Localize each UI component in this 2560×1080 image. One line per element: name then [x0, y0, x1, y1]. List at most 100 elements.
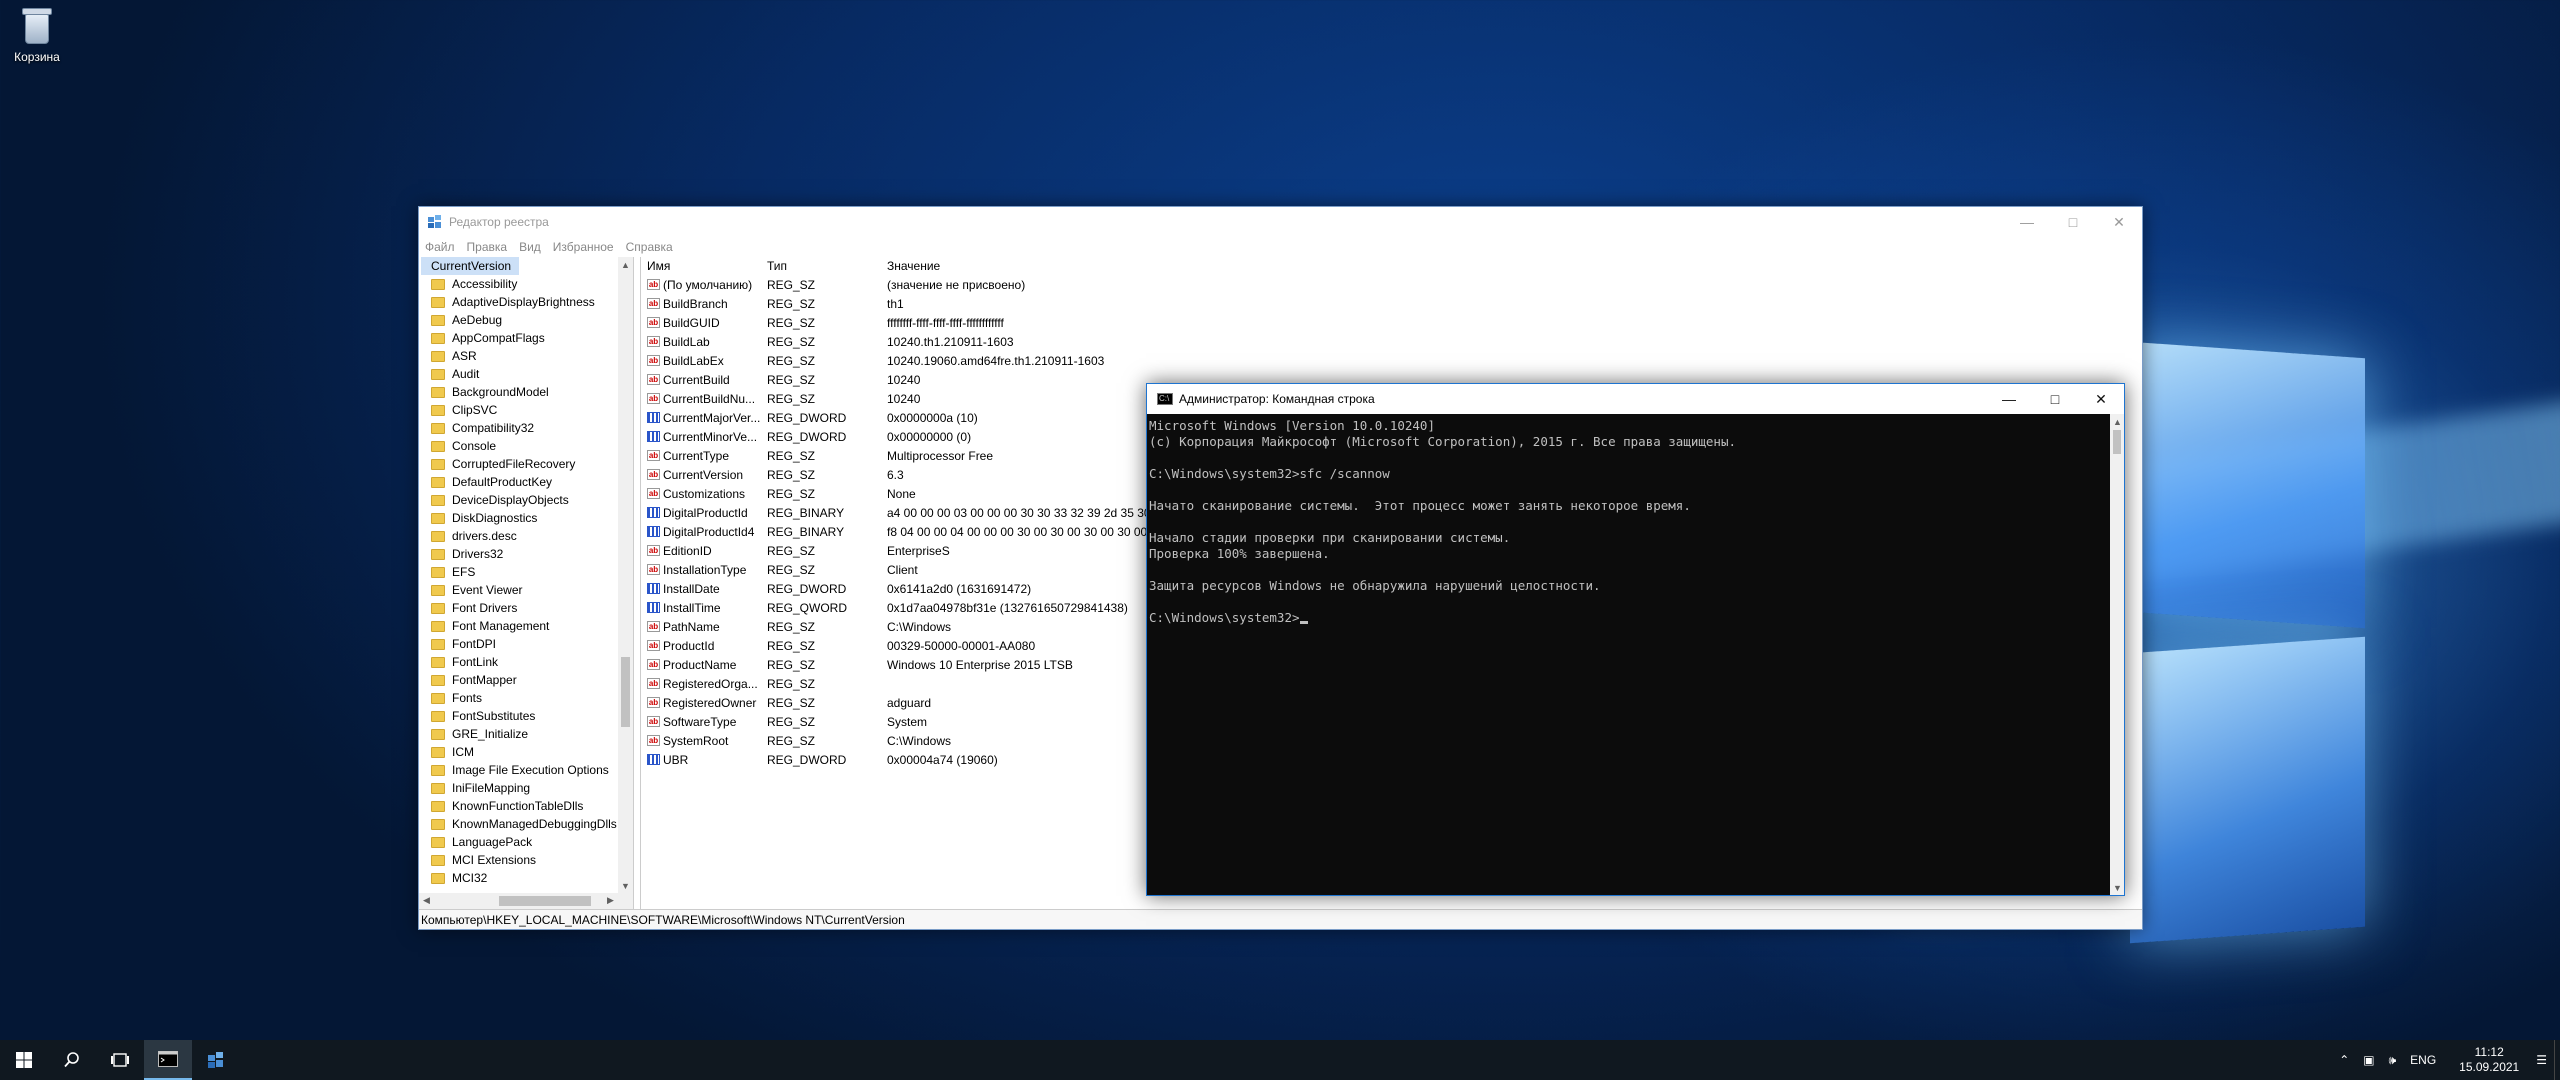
notifications-icon[interactable]: ☰ — [2536, 1053, 2547, 1067]
tree-item[interactable]: DeviceDisplayObjects — [419, 491, 619, 509]
tree-item[interactable]: CorruptedFileRecovery — [419, 455, 619, 473]
scroll-right-arrow-icon[interactable]: ▶ — [603, 893, 618, 908]
tree-horizontal-scrollbar[interactable]: ◀ ▶ — [419, 893, 633, 909]
tree-item[interactable]: Image File Execution Options — [419, 761, 619, 779]
clock-date: 15.09.2021 — [2459, 1060, 2520, 1074]
tree-item[interactable]: Fonts — [419, 689, 619, 707]
tree-item[interactable]: FontMapper — [419, 671, 619, 689]
tree-item[interactable]: Font Drivers — [419, 599, 619, 617]
tree-item[interactable]: Compatibility32 — [419, 419, 619, 437]
menu-view[interactable]: Вид — [519, 240, 541, 254]
cmd-scroll-down-icon[interactable]: ▼ — [2110, 880, 2125, 895]
tree-item[interactable]: AeDebug — [419, 311, 619, 329]
tree-hscroll-thumb[interactable] — [499, 896, 591, 906]
tree-item[interactable]: IniFileMapping — [419, 779, 619, 797]
tree-item-label: Compatibility32 — [452, 421, 535, 435]
tree-item[interactable]: FontLink — [419, 653, 619, 671]
taskbar-app-regedit[interactable] — [192, 1040, 240, 1080]
scroll-down-arrow-icon[interactable]: ▼ — [618, 878, 633, 893]
string-value-icon: ab — [647, 393, 660, 404]
registry-tree-pane[interactable]: CurrentVersion Accessibility AdaptiveDisp… — [419, 257, 634, 909]
registry-value-row[interactable]: ab BuildGUID REG_SZ ffffffff-ffff-ffff-ffff… — [641, 313, 2142, 332]
console-output[interactable]: Microsoft Windows [Version 10.0.10240] (c… — [1147, 414, 2110, 895]
console-line: Проверка 100% завершена. — [1149, 546, 2108, 562]
value-name: InstallationType — [663, 562, 747, 577]
string-value-icon: ab — [647, 545, 660, 556]
tree-item[interactable]: AppCompatFlags — [419, 329, 619, 347]
tree-item[interactable]: ICM — [419, 743, 619, 761]
menu-file[interactable]: Файл — [425, 240, 455, 254]
tree-item[interactable]: Event Viewer — [419, 581, 619, 599]
registry-value-row[interactable]: ab BuildLabEx REG_SZ 10240.19060.amd64fre.t… — [641, 351, 2142, 370]
string-value-icon: ab — [647, 450, 660, 461]
value-type: REG_SZ — [767, 638, 816, 653]
search-button[interactable] — [48, 1040, 96, 1080]
registry-value-row[interactable]: ab BuildBranch REG_SZ th1 — [641, 294, 2142, 313]
tree-item[interactable]: Font Management — [419, 617, 619, 635]
value-type: REG_SZ — [767, 372, 816, 387]
column-value[interactable]: Значение — [881, 259, 1161, 273]
desktop-icon-recycle-bin[interactable]: Корзина — [8, 6, 66, 64]
tree-item[interactable]: Console — [419, 437, 619, 455]
tree-item[interactable]: GRE_Initialize — [419, 725, 619, 743]
value-data: 0x00004a74 (19060) — [887, 752, 998, 767]
scroll-up-arrow-icon[interactable]: ▲ — [618, 257, 633, 272]
cmd-titlebar[interactable]: C:\ Администратор: Командная строка — □ … — [1147, 384, 2124, 414]
scroll-left-arrow-icon[interactable]: ◀ — [419, 893, 434, 908]
tree-item[interactable]: drivers.desc — [419, 527, 619, 545]
folder-icon — [431, 530, 445, 542]
clock[interactable]: 11:12 15.09.2021 — [2459, 1045, 2519, 1075]
tree-item[interactable]: KnownFunctionTableDlls — [419, 797, 619, 815]
tree-item[interactable]: EFS — [419, 563, 619, 581]
tree-item[interactable]: BackgroundModel — [419, 383, 619, 401]
tree-item[interactable]: AdaptiveDisplayBrightness — [419, 293, 619, 311]
tree-vertical-scrollbar[interactable]: ▲ ▼ — [618, 257, 633, 893]
tree-item[interactable]: Drivers32 — [419, 545, 619, 563]
cmd-scrollbar[interactable]: ▲ ▼ — [2110, 414, 2124, 895]
show-hidden-icons-chevron-icon[interactable]: ⌃ — [2339, 1053, 2349, 1067]
cmd-close-button[interactable]: ✕ — [2078, 384, 2124, 414]
value-name: BuildLabEx — [663, 353, 724, 368]
command-prompt-window[interactable]: C:\ Администратор: Командная строка — □ … — [1146, 383, 2125, 896]
cmd-scroll-up-icon[interactable]: ▲ — [2110, 414, 2125, 429]
taskbar-app-cmd[interactable] — [144, 1040, 192, 1080]
cmd-scroll-thumb[interactable] — [2113, 430, 2121, 454]
menu-favorites[interactable]: Избранное — [553, 240, 614, 254]
menu-help[interactable]: Справка — [626, 240, 673, 254]
tree-item[interactable]: MCI32 — [419, 869, 619, 887]
tree-item[interactable]: KnownManagedDebuggingDlls — [419, 815, 619, 833]
tree-item[interactable]: FontDPI — [419, 635, 619, 653]
close-button[interactable]: ✕ — [2096, 207, 2142, 237]
network-icon[interactable]: ▣ — [2363, 1053, 2374, 1067]
task-view-button[interactable] — [96, 1040, 144, 1080]
maximize-button[interactable]: □ — [2050, 207, 2096, 237]
registry-value-row[interactable]: ab (По умолчанию) REG_SZ (значение не присв… — [641, 275, 2142, 294]
show-desktop-button[interactable] — [2554, 1040, 2560, 1080]
minimize-button[interactable]: — — [2004, 207, 2050, 237]
value-data: EnterpriseS — [887, 543, 950, 558]
registry-value-row[interactable]: ab BuildLab REG_SZ 10240.th1.210911-1603 — [641, 332, 2142, 351]
cmd-app-icon: C:\ — [1157, 393, 1173, 405]
tree-item[interactable]: LanguagePack — [419, 833, 619, 851]
start-button[interactable] — [0, 1040, 48, 1080]
tree-item-selected[interactable]: CurrentVersion — [421, 257, 519, 275]
tree-item[interactable]: Audit — [419, 365, 619, 383]
tree-item[interactable]: Accessibility — [419, 275, 619, 293]
volume-icon[interactable]: 🕪 — [2389, 1053, 2397, 1068]
tree-item[interactable]: ClipSVC — [419, 401, 619, 419]
column-name[interactable]: Имя — [641, 259, 761, 273]
tree-item[interactable]: FontSubstitutes — [419, 707, 619, 725]
folder-icon — [431, 746, 445, 758]
console-line: C:\Windows\system32>sfc /scannow — [1149, 466, 2108, 482]
tree-item[interactable]: ASR — [419, 347, 619, 365]
tree-item[interactable]: DefaultProductKey — [419, 473, 619, 491]
language-indicator[interactable]: ENG — [2410, 1053, 2436, 1067]
cmd-maximize-button[interactable]: □ — [2032, 384, 2078, 414]
tree-scroll-thumb[interactable] — [621, 657, 630, 727]
tree-item[interactable]: MCI Extensions — [419, 851, 619, 869]
cmd-minimize-button[interactable]: — — [1986, 384, 2032, 414]
tree-item[interactable]: DiskDiagnostics — [419, 509, 619, 527]
regedit-titlebar[interactable]: Редактор реестра — □ ✕ — [419, 207, 2142, 237]
menu-edit[interactable]: Правка — [467, 240, 508, 254]
column-type[interactable]: Тип — [761, 259, 881, 273]
